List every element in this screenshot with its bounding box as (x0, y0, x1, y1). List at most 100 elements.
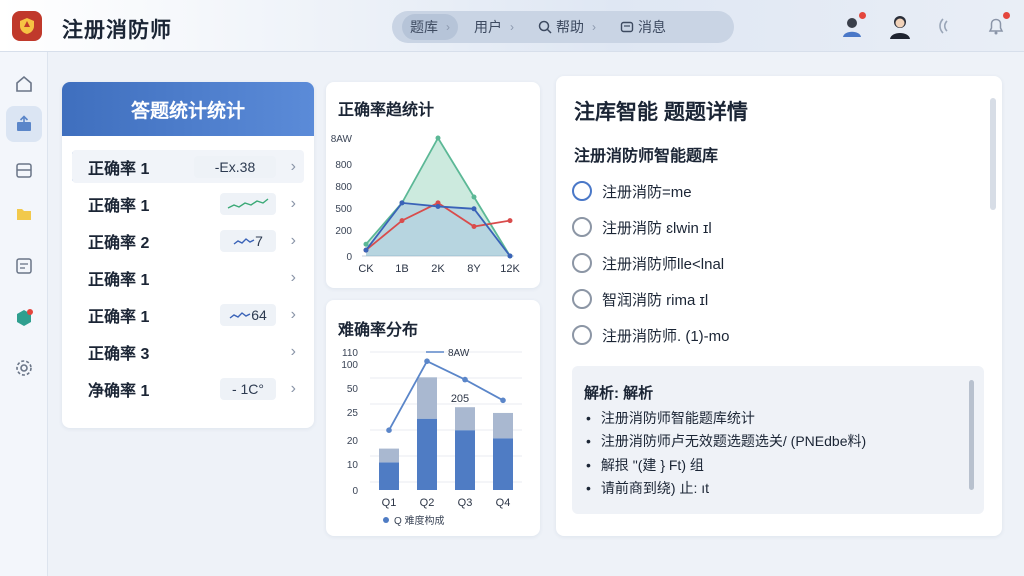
x-tick-label: CK (358, 263, 374, 275)
x-tick-label: 1B (395, 263, 408, 275)
signal-icon (939, 18, 948, 34)
stat-row[interactable]: 正确率 2 7 › (62, 222, 314, 259)
stat-chip-value: 64 (251, 306, 267, 323)
stat-row[interactable]: 正确率 1 -Ex.38 › (62, 148, 314, 185)
search-icon (538, 20, 552, 34)
x-tick-label: Q3 (458, 497, 473, 509)
bar-stack (417, 377, 437, 419)
stat-chip-value: - 1C° (231, 380, 265, 397)
radio-button[interactable] (572, 217, 592, 237)
profile-avatar-button[interactable] (886, 12, 914, 40)
trend-label: 8AW (448, 348, 470, 359)
sidebar-item-archive[interactable] (6, 152, 42, 188)
answer-option-label: 注册消防=me (602, 183, 692, 201)
profile-avatar-icon (890, 16, 910, 39)
answer-option[interactable]: 注册消防师. (1)-mo (572, 324, 730, 346)
stats-list: 正确率 1 -Ex.38 › 正确率 1 › 正确率 2 7 › 正确率 1 › 正确率 1 64 › 正… (62, 136, 314, 407)
sidebar-item-notes[interactable] (6, 248, 42, 284)
radio-button[interactable] (572, 289, 592, 309)
bar (379, 462, 399, 490)
question-detail-panel: 注库智能 题题详情 注册消防师智能题库 注册消防=me 注册消防 ɛlwin ɪl… (556, 76, 1002, 536)
chevron-right-icon: › (446, 20, 450, 34)
detail-title: 注库智能 题题详情 (574, 101, 748, 124)
sidebar-item-analytics[interactable] (6, 300, 42, 336)
data-point (507, 253, 513, 259)
nav-item-bank[interactable]: 题库 › (402, 14, 458, 40)
y-tick-label: 25 (347, 408, 359, 419)
y-tick-label: 10 (347, 460, 359, 471)
chevron-right-icon: › (290, 305, 296, 323)
signal-button[interactable] (934, 12, 962, 40)
answer-option[interactable]: 注册消防 ɛlwin ɪl (572, 216, 712, 238)
detail-subtitle: 注册消防师智能题库 (574, 148, 719, 165)
stat-chip: 64 (220, 303, 276, 326)
bar (417, 418, 437, 490)
nav-item-message[interactable]: 消息 (612, 14, 674, 40)
answer-option-label: 注册消防师lle<lnal (602, 255, 725, 273)
trend-point (386, 427, 392, 433)
app-logo-icon[interactable] (12, 11, 42, 41)
data-point (471, 194, 477, 200)
line-chart: 0 200 500 800 800 8AW CK 1B 2K 8Y 12K (331, 134, 521, 275)
archive-icon (16, 163, 32, 178)
answer-option[interactable]: 注册消防师lle<lnal (572, 252, 724, 274)
stat-chip: - 1C° (220, 377, 276, 400)
user-avatar-button[interactable] (838, 12, 866, 40)
answer-option[interactable]: 注册消防=me (572, 180, 692, 202)
nav-label: 消息 (638, 19, 666, 35)
bar-stack (379, 448, 399, 463)
analysis-box: 解析: 解析 注册消防师智能题库统计注册消防师卢无效题选题选关/ (PNEdbe… (572, 366, 984, 514)
stat-row[interactable]: 正确率 3 › (62, 333, 314, 370)
bar-stack (455, 407, 475, 431)
data-point (507, 218, 513, 224)
y-tick-label: 50 (347, 384, 359, 395)
sidebar-item-settings[interactable] (6, 350, 42, 386)
answer-option[interactable]: 智润消防 rima ɪl (572, 288, 708, 310)
radio-button[interactable] (572, 325, 592, 345)
chevron-right-icon: › (290, 342, 296, 360)
y-tick-label: 100 (341, 360, 358, 371)
stat-label: 正确率 3 (88, 345, 150, 363)
analysis-scrollbar[interactable] (969, 380, 974, 490)
y-tick-label: 8AW (331, 134, 353, 145)
bar-chart-card: 难确率分布 0 10 20 25 50 100 110 Q1 Q2 Q3 Q4 8AW 205 Q 难度构… (326, 300, 540, 536)
analytics-icon (17, 309, 33, 326)
nav-label: 用户 (474, 19, 502, 35)
chevron-right-icon: › (510, 20, 514, 34)
bell-icon (988, 18, 1004, 35)
top-navigation: 题库 › 用户 › 帮助 › 消息 (392, 11, 734, 43)
y-tick-label: 200 (335, 226, 352, 237)
data-point (363, 241, 369, 247)
bar-chart: 0 10 20 25 50 100110 Q1 Q2 Q3 Q4 8AW 205 Q 难度构成 (341, 348, 522, 527)
stat-chip-value: -Ex.38 (214, 158, 256, 175)
answer-option-label: 注册消防 ɛlwin ɪl (602, 219, 712, 237)
stat-label: 净确率 1 (88, 382, 150, 400)
nav-item-help[interactable]: 帮助 › (530, 14, 604, 40)
trend-point (462, 376, 468, 383)
trend-point (500, 397, 506, 404)
stat-chip: -Ex.38 (194, 155, 276, 178)
bar (493, 438, 513, 490)
nav-label: 帮助 (556, 19, 584, 35)
stat-chip: 7 (220, 229, 276, 252)
detail-scrollbar[interactable] (990, 98, 996, 210)
sidebar-item-upload[interactable] (6, 106, 42, 142)
stat-label: 正确率 2 (88, 234, 150, 252)
stat-label: 正确率 1 (88, 160, 150, 178)
stat-row[interactable]: 正确率 1 64 › (62, 296, 314, 333)
radio-button[interactable] (572, 181, 592, 201)
stat-row[interactable]: 正确率 1 › (62, 259, 314, 296)
nav-item-user[interactable]: 用户 › (466, 14, 522, 40)
data-point (435, 135, 441, 141)
x-tick-label: 12K (500, 263, 520, 275)
legend-marker (383, 517, 389, 523)
analysis-item: 解拫 "(建 } Ft) 组 (586, 453, 866, 477)
data-point (399, 218, 405, 224)
notification-button[interactable] (982, 12, 1010, 40)
stat-row[interactable]: 净确率 1 - 1C° › (62, 370, 314, 407)
sidebar-item-folder[interactable] (6, 196, 42, 232)
stat-row[interactable]: 正确率 1 › (62, 185, 314, 222)
bar-stack (493, 412, 513, 439)
sidebar-item-home[interactable] (6, 66, 42, 102)
radio-button[interactable] (572, 253, 592, 273)
